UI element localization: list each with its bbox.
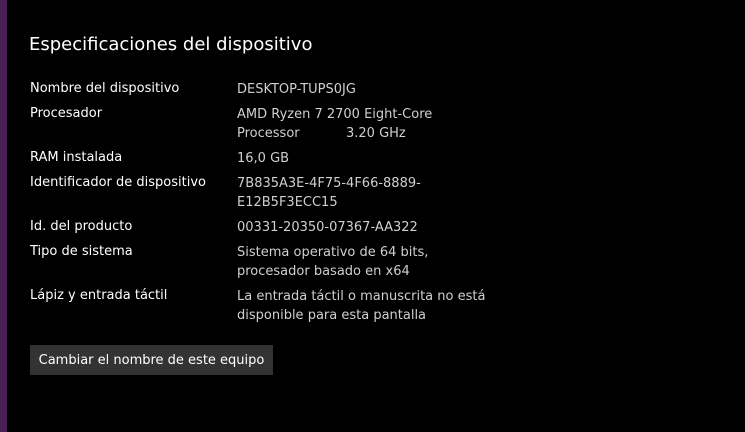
spec-value-device-id: 7B835A3E-4F75-4F66-8889- E12B5F3ECC15 bbox=[237, 175, 421, 212]
device-id-line-2: E12B5F3ECC15 bbox=[237, 194, 338, 210]
spec-label-product-id: Id. del producto bbox=[30, 219, 133, 234]
spec-label-processor: Procesador bbox=[30, 106, 103, 121]
device-id-line-1: 7B835A3E-4F75-4F66-8889- bbox=[237, 176, 421, 191]
processor-word: Processor bbox=[237, 125, 300, 141]
spec-label-ram: RAM instalada bbox=[30, 150, 123, 165]
section-title: Especificaciones del dispositivo bbox=[29, 34, 313, 55]
device-specifications-panel: Especificaciones del dispositivo Nombre … bbox=[7, 0, 745, 432]
processor-model: AMD Ryzen 7 2700 Eight-Core bbox=[237, 107, 433, 122]
spec-label-system-type: Tipo de sistema bbox=[30, 244, 133, 259]
system-type-line-2: procesador basado en x64 bbox=[237, 263, 410, 279]
spec-value-system-type: Sistema operativo de 64 bits, procesador… bbox=[237, 244, 428, 281]
spec-value-device-name: DESKTOP-TUPS0JG bbox=[237, 82, 356, 97]
system-type-line-1: Sistema operativo de 64 bits, bbox=[237, 245, 429, 260]
spec-label-device-id: Identificador de dispositivo bbox=[30, 175, 206, 190]
spec-value-ram: 16,0 GB bbox=[237, 151, 290, 166]
processor-speed: 3.20 GHz bbox=[346, 125, 406, 141]
spec-value-product-id: 00331-20350-07367-AA322 bbox=[237, 220, 418, 235]
spec-label-pen-touch: Lápiz y entrada táctil bbox=[30, 288, 168, 303]
window-accent-strip bbox=[0, 0, 7, 432]
pen-touch-line-2: disponible para esta pantalla bbox=[237, 307, 427, 323]
spec-value-processor: AMD Ryzen 7 2700 Eight-Core Processor 3.2… bbox=[237, 106, 432, 143]
pen-touch-line-1: La entrada táctil o manuscrita no está bbox=[237, 289, 486, 304]
spec-label-device-name: Nombre del dispositivo bbox=[30, 81, 180, 96]
processor-line-2: Processor 3.20 GHz bbox=[237, 125, 432, 144]
rename-pc-button[interactable]: Cambiar el nombre de este equipo bbox=[30, 345, 273, 375]
spec-value-pen-touch: La entrada táctil o manuscrita no está d… bbox=[237, 288, 485, 325]
